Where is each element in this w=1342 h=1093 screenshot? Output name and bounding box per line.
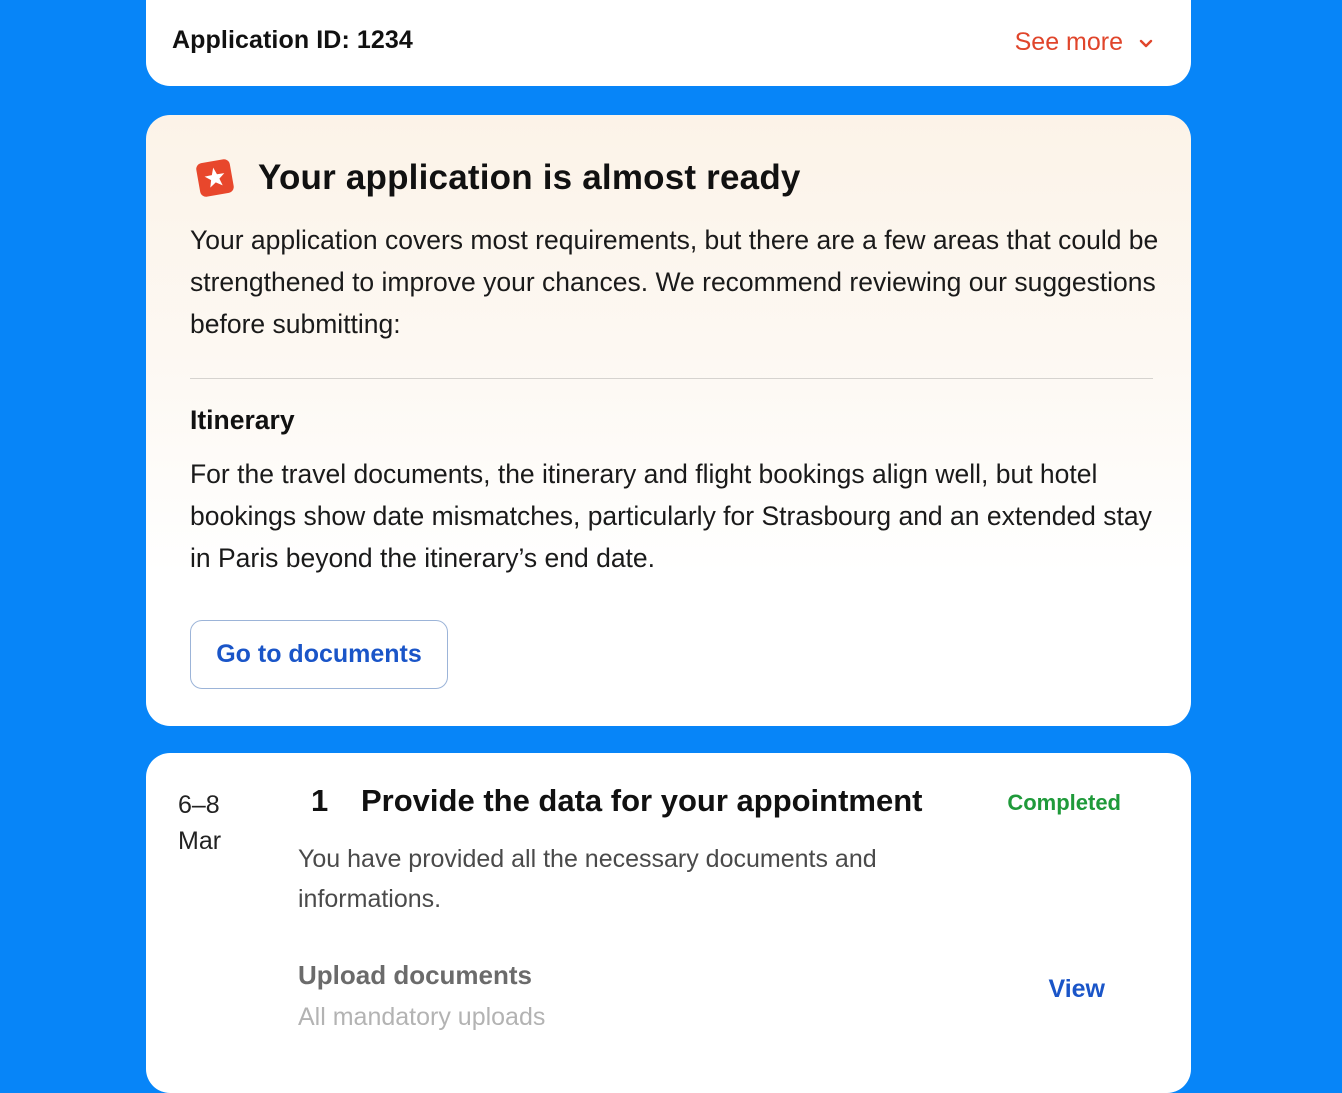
see-more-button[interactable]: See more (1015, 28, 1155, 57)
status-title: Your application is almost ready (258, 158, 801, 197)
step-title: Provide the data for your appointment (361, 783, 923, 818)
application-id: Application ID: 1234 (172, 26, 413, 54)
step-date-days: 6–8 (178, 791, 220, 819)
status-description: Your application covers most requirement… (190, 225, 1159, 339)
upload-documents-subtitle: All mandatory uploads (298, 1003, 546, 1031)
step-number: 1 (311, 783, 329, 818)
upload-documents-title: Upload documents (298, 960, 533, 990)
step-date: 6–8 Mar (178, 787, 221, 859)
see-more-label: See more (1014, 28, 1123, 56)
star-badge-icon (196, 159, 234, 197)
itinerary-description: For the travel documents, the itinerary … (190, 459, 1152, 573)
view-link[interactable]: View (1048, 975, 1105, 1004)
application-status-card: Your application is almost ready Your ap… (146, 115, 1191, 726)
divider (190, 378, 1153, 379)
status-badge: Completed (1007, 790, 1121, 815)
step-card: 6–8 Mar 1 Provide the data for your appo… (146, 753, 1191, 1093)
itinerary-heading: Itinerary (190, 405, 295, 435)
application-id-card: Application ID: 1234 See more (146, 0, 1191, 86)
step-date-month: Mar (178, 827, 222, 855)
step-description: You have provided all the necessary docu… (298, 845, 877, 913)
status-header: Your application is almost ready (194, 157, 801, 199)
chevron-down-icon (1139, 39, 1153, 47)
go-to-documents-button[interactable]: Go to documents (190, 620, 448, 689)
